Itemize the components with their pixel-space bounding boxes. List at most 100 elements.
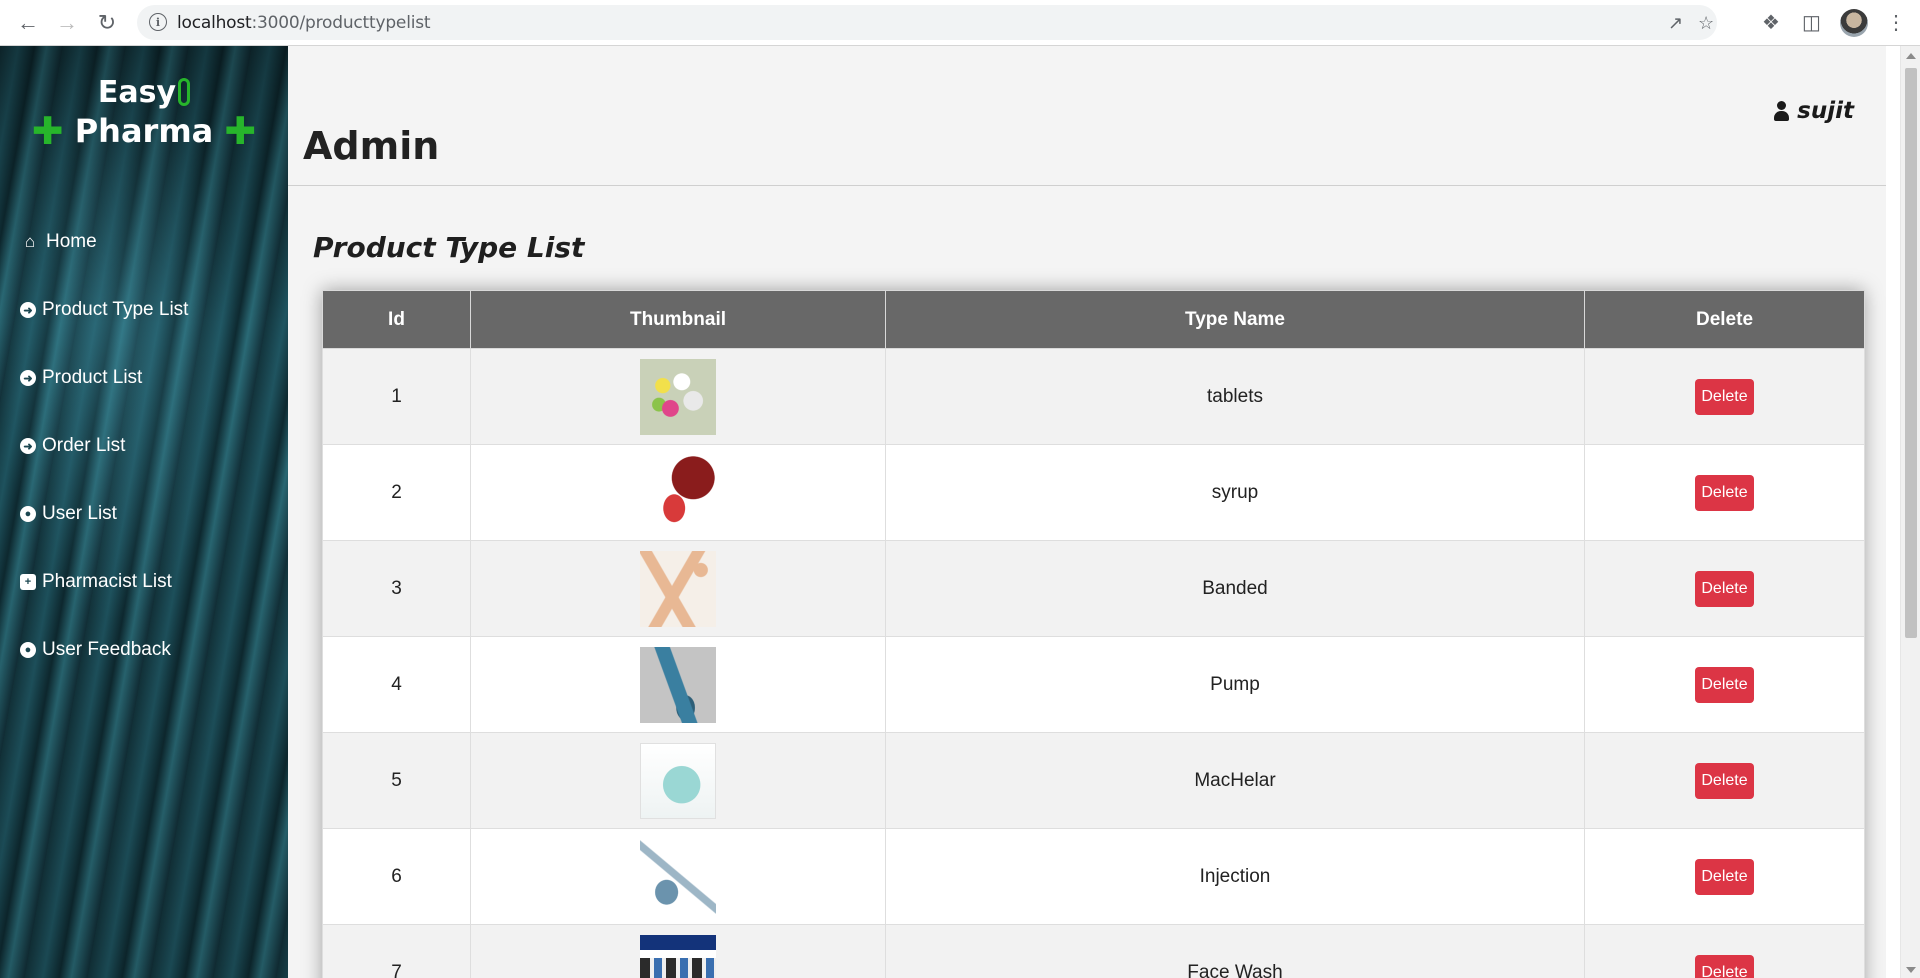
table-header-row: Id Thumbnail Type Name Delete — [322, 290, 1865, 349]
cell-delete: Delete — [1584, 732, 1865, 829]
sidebar-item-user-list[interactable]: ● User List — [0, 480, 288, 548]
user-icon — [1773, 101, 1790, 121]
extensions-icon[interactable]: ❖ — [1762, 10, 1780, 35]
profile-avatar[interactable] — [1840, 9, 1868, 37]
delete-button[interactable]: Delete — [1695, 666, 1754, 703]
back-icon[interactable]: ← — [14, 9, 42, 37]
delete-button[interactable]: Delete — [1695, 762, 1754, 799]
cell-id: 4 — [322, 636, 471, 733]
green-cross-icon: ✚ — [224, 109, 257, 153]
cell-id: 3 — [322, 540, 471, 637]
sidebar-item-label: Order List — [42, 435, 126, 456]
thumbnail-image — [640, 358, 716, 435]
sidebar-item-label: Product List — [42, 367, 143, 388]
brand-logo[interactable]: Easy ✚ Pharma ✚ — [0, 75, 288, 153]
green-cross-icon: ✚ — [31, 109, 64, 153]
brand-line2: Pharma — [74, 112, 214, 150]
cell-id: 2 — [322, 444, 471, 541]
cell-id: 5 — [322, 732, 471, 829]
username: sujit — [1797, 98, 1854, 124]
arrow-circle-right-icon: ➜ — [20, 438, 36, 454]
thumbnail-image — [640, 550, 716, 627]
thumbnail-image — [640, 934, 716, 978]
menu-kebab-icon[interactable]: ⋮ — [1886, 10, 1906, 35]
sidebar-item-label: Pharmacist List — [42, 571, 172, 592]
sidebar-item-label: User List — [42, 503, 117, 524]
cell-type-name: Pump — [885, 636, 1585, 733]
bookmark-star-icon[interactable]: ☆ — [1698, 13, 1714, 34]
medkit-icon: + — [20, 574, 36, 590]
delete-button[interactable]: Delete — [1695, 474, 1754, 511]
delete-button[interactable]: Delete — [1695, 858, 1754, 895]
table-row: 7 Face Wash Delete — [322, 924, 1865, 978]
url-text[interactable]: localhost:3000/producttypelist — [177, 13, 431, 33]
sidebar-item-product-list[interactable]: ➜ Product List — [0, 344, 288, 412]
thumbnail-image — [640, 838, 716, 915]
cell-thumbnail — [470, 348, 886, 445]
delete-button[interactable]: Delete — [1695, 570, 1754, 607]
table-row: 4 Pump Delete — [322, 636, 1865, 733]
cell-thumbnail — [470, 540, 886, 637]
table-row: 1 tablets Delete — [322, 348, 1865, 445]
column-header-thumbnail: Thumbnail — [470, 290, 886, 349]
product-type-table: Id Thumbnail Type Name Delete 1 tablets … — [322, 290, 1865, 978]
sidebar-item-user-feedback[interactable]: ● User Feedback — [0, 616, 288, 684]
table-row: 3 Banded Delete — [322, 540, 1865, 637]
sidebar-item-product-type-list[interactable]: ➜ Product Type List — [0, 276, 288, 344]
sidebar-item-order-list[interactable]: ➜ Order List — [0, 412, 288, 480]
thumbnail-image — [640, 454, 716, 531]
arrow-circle-right-icon: ➜ — [20, 302, 36, 318]
cell-type-name: MacHelar — [885, 732, 1585, 829]
home-icon: ⌂ — [24, 232, 36, 251]
cell-delete: Delete — [1584, 348, 1865, 445]
cell-thumbnail — [470, 444, 886, 541]
cell-type-name: syrup — [885, 444, 1585, 541]
sidebar-item-label: User Feedback — [42, 639, 171, 660]
sidebar-item-pharmacist-list[interactable]: + Pharmacist List — [0, 548, 288, 616]
cell-delete: Delete — [1584, 636, 1865, 733]
page-scrollbar[interactable] — [1900, 46, 1920, 978]
arrow-circle-right-icon: ➜ — [20, 370, 36, 386]
user-circle-icon: ● — [20, 642, 36, 658]
forward-icon[interactable]: → — [53, 9, 81, 37]
cell-type-name: tablets — [885, 348, 1585, 445]
cell-delete: Delete — [1584, 540, 1865, 637]
cell-thumbnail — [470, 828, 886, 925]
column-header-delete: Delete — [1584, 290, 1865, 349]
thumbnail-image — [640, 646, 716, 723]
site-info-icon[interactable]: i — [149, 13, 167, 31]
side-panel-icon[interactable]: ◫ — [1802, 10, 1821, 35]
table-row: 5 MacHelar Delete — [322, 732, 1865, 829]
scroll-down-arrow-icon[interactable] — [1906, 967, 1916, 973]
cell-thumbnail — [470, 636, 886, 733]
sidebar-item-label: Product Type List — [42, 299, 189, 320]
brand-line1: Easy — [97, 75, 177, 110]
delete-button[interactable]: Delete — [1695, 954, 1754, 978]
share-icon[interactable]: ↗ — [1668, 13, 1683, 34]
address-bar[interactable]: i localhost:3000/producttypelist ↗ ☆ — [137, 5, 1717, 40]
table-row: 2 syrup Delete — [322, 444, 1865, 541]
sidebar-item-home[interactable]: ⌂ Home — [0, 208, 288, 276]
cell-thumbnail — [470, 924, 886, 978]
cell-type-name: Injection — [885, 828, 1585, 925]
cell-delete: Delete — [1584, 924, 1865, 978]
delete-button[interactable]: Delete — [1695, 378, 1754, 415]
reload-icon[interactable]: ↻ — [93, 9, 121, 37]
page-header-title: Admin — [303, 124, 440, 168]
page-title: Product Type List — [313, 231, 585, 264]
cell-id: 6 — [322, 828, 471, 925]
table-row: 6 Injection Delete — [322, 828, 1865, 925]
cell-type-name: Face Wash — [885, 924, 1585, 978]
user-circle-icon: ● — [20, 506, 36, 522]
cell-thumbnail — [470, 732, 886, 829]
main-content: Admin sujit Product Type List Id Thumbna… — [288, 46, 1886, 978]
cell-type-name: Banded — [885, 540, 1585, 637]
cell-id: 7 — [322, 924, 471, 978]
thermometer-icon — [178, 78, 191, 106]
scrollbar-thumb[interactable] — [1905, 68, 1917, 638]
scroll-up-arrow-icon[interactable] — [1906, 53, 1916, 59]
cell-delete: Delete — [1584, 828, 1865, 925]
thumbnail-image — [640, 742, 716, 819]
sidebar: Easy ✚ Pharma ✚ ⌂ Home ➜ Product Type Li… — [0, 46, 288, 978]
user-menu[interactable]: sujit — [1773, 98, 1854, 124]
